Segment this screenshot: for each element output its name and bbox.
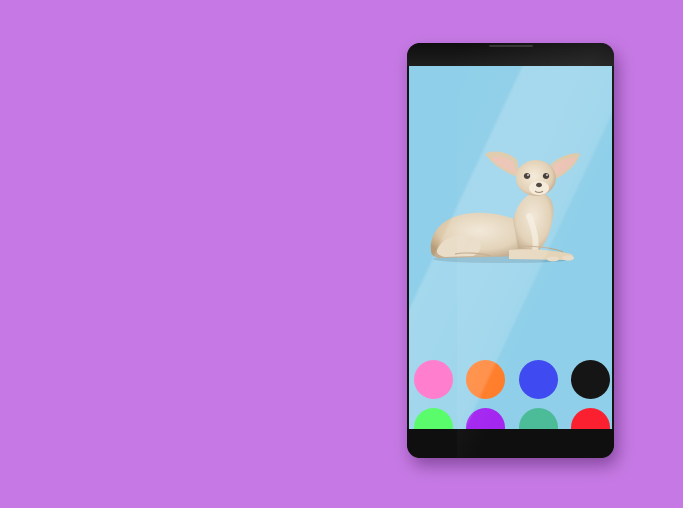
color-swatch-purple[interactable]	[466, 408, 505, 429]
color-swatch-green[interactable]	[414, 408, 453, 429]
speaker-grille	[489, 45, 533, 47]
color-palette	[409, 360, 612, 429]
color-swatch-blue[interactable]	[519, 360, 558, 399]
color-swatch-orange[interactable]	[466, 360, 505, 399]
phone-top-bezel	[407, 43, 614, 66]
chihuahua-dog-image[interactable]	[425, 146, 585, 266]
phone-mockup	[407, 43, 614, 458]
color-swatch-red[interactable]	[571, 408, 610, 429]
phone-screen	[409, 66, 612, 429]
color-swatch-teal[interactable]	[519, 408, 558, 429]
color-swatch-black[interactable]	[571, 360, 610, 399]
phone-bottom-bezel	[407, 429, 614, 458]
color-swatch-pink[interactable]	[414, 360, 453, 399]
